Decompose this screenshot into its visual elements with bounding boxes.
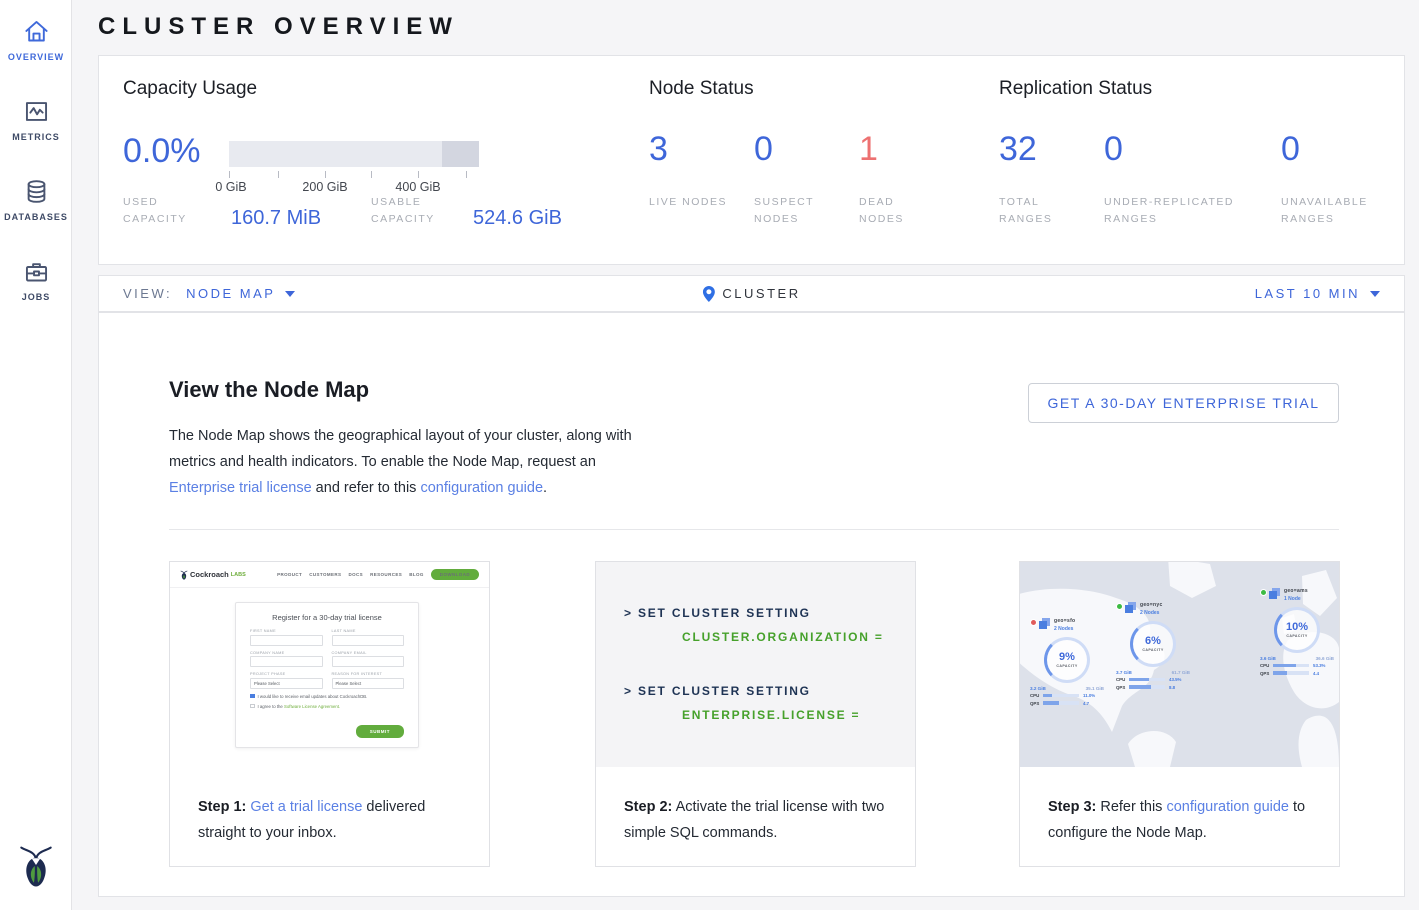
configuration-guide-link[interactable]: configuration guide	[420, 480, 543, 496]
gauge-tick-label: 200 GiB	[302, 180, 347, 194]
submit-button-image: SUBMIT	[356, 725, 404, 738]
view-label: VIEW:	[123, 286, 172, 301]
breadcrumb-cluster[interactable]: CLUSTER	[702, 286, 800, 302]
get-trial-license-link[interactable]: Get a trial license	[250, 799, 362, 815]
view-selector-value: NODE MAP	[186, 286, 275, 301]
trial-registration-form-image: Register for a 30-day trial license FIRS…	[235, 602, 419, 748]
capacity-used-percent: 0.0%	[123, 132, 201, 171]
location-pin-icon	[702, 286, 714, 302]
sidebar-item-label: METRICS	[12, 132, 60, 142]
node-cube-icon	[1125, 605, 1133, 613]
used-capacity-value: 160.7 MiB	[231, 207, 321, 230]
page-title: CLUSTER OVERVIEW	[98, 13, 459, 41]
capacity-donut: 9%CAPACITY	[1044, 637, 1090, 683]
capacity-gauge: 0 GiB 200 GiB 400 GiB	[229, 141, 479, 167]
node-map-promo-panel: View the Node Map The Node Map shows the…	[98, 312, 1405, 897]
step1-caption: Step 1: Get a trial license delivered st…	[198, 794, 466, 846]
view-toolbar: VIEW: NODE MAP CLUSTER LAST 10 MIN	[98, 275, 1405, 312]
live-nodes-label: LIVE NODES	[649, 194, 729, 211]
step2-caption: Step 2: Activate the trial license with …	[624, 794, 892, 846]
sidebar-item-databases[interactable]: DATABASES	[0, 160, 72, 240]
sidebar-item-label: JOBS	[22, 292, 51, 302]
capacity-usage-section: Capacity Usage 0.0% 0 GiB 200 GiB 400 Gi…	[123, 78, 633, 100]
configuration-guide-link[interactable]: configuration guide	[1166, 799, 1289, 815]
home-icon	[23, 18, 50, 45]
chevron-down-icon	[1370, 291, 1380, 297]
sidebar-item-overview[interactable]: OVERVIEW	[0, 0, 72, 80]
under-replicated-ranges-label: UNDER-REPLICATED RANGES	[1104, 194, 1269, 228]
dead-nodes-label: DEAD NODES	[859, 194, 939, 228]
time-range-value: LAST 10 MIN	[1255, 286, 1360, 301]
node-status-title: Node Status	[649, 78, 979, 100]
database-icon	[23, 178, 50, 205]
suspect-nodes-label: SUSPECT NODES	[754, 194, 834, 228]
enterprise-trial-license-link[interactable]: Enterprise trial license	[169, 480, 312, 496]
node-map-preview-image: geo=sfo2 Nodes 9%CAPACITY 3.2 GiB35.1 Gi…	[1020, 562, 1339, 767]
sidebar-item-label: OVERVIEW	[8, 52, 64, 62]
briefcase-icon	[23, 258, 50, 285]
total-ranges-label: TOTAL RANGES	[999, 194, 1089, 228]
node-health-dot-dead	[1030, 619, 1037, 626]
metrics-chart-icon	[23, 98, 50, 125]
sql-code-block: > SET CLUSTER SETTING CLUSTER.ORGANIZATI…	[596, 562, 915, 767]
divider	[169, 529, 1339, 530]
breadcrumb-label: CLUSTER	[722, 286, 800, 301]
usable-capacity-label: USABLE CAPACITY	[371, 194, 471, 228]
step3-caption: Step 3: Refer this configuration guide t…	[1048, 794, 1316, 846]
capacity-usage-title: Capacity Usage	[123, 78, 633, 100]
app-root: OVERVIEW METRICS DATABASES JOBS	[0, 0, 1419, 910]
site-nav: PRODUCT CUSTOMERS DOCS RESOURCES BLOG DO…	[277, 569, 479, 580]
capacity-donut: 6%CAPACITY	[1130, 621, 1176, 667]
sidebar: OVERVIEW METRICS DATABASES JOBS	[0, 0, 72, 910]
live-nodes-count: 3	[649, 130, 668, 169]
sidebar-item-jobs[interactable]: JOBS	[0, 240, 72, 320]
cockroach-labs-logo: Cockroach LABS	[180, 570, 246, 580]
gauge-tick-label: 400 GiB	[395, 180, 440, 194]
node-health-dot-live	[1260, 589, 1267, 596]
total-ranges-count: 32	[999, 130, 1037, 169]
enterprise-trial-button[interactable]: GET A 30-DAY ENTERPRISE TRIAL	[1028, 383, 1339, 423]
node-health-dot-live	[1116, 603, 1123, 610]
cockroachdb-logo	[18, 845, 54, 892]
registration-screenshot: Cockroach LABS PRODUCT CUSTOMERS DOCS RE…	[170, 562, 489, 767]
node-cube-icon	[1269, 591, 1277, 599]
unavailable-ranges-count: 0	[1281, 130, 1300, 169]
node-locality-badge: geo=nyc2 Nodes 6%CAPACITY 3.7 GiB61.7 Gi…	[1116, 602, 1204, 690]
view-selector-dropdown[interactable]: NODE MAP	[186, 286, 295, 301]
used-capacity-label: USED CAPACITY	[123, 194, 223, 228]
sidebar-item-label: DATABASES	[4, 212, 68, 222]
under-replicated-ranges-count: 0	[1104, 130, 1123, 169]
gauge-tick-label: 0 GiB	[215, 180, 246, 194]
unavailable-ranges-label: UNAVAILABLE RANGES	[1281, 194, 1391, 228]
dead-nodes-count: 1	[859, 130, 878, 169]
sidebar-item-metrics[interactable]: METRICS	[0, 80, 72, 160]
node-locality-badge: geo=sfo2 Nodes 9%CAPACITY 3.2 GiB35.1 Gi…	[1030, 618, 1118, 706]
suspect-nodes-count: 0	[754, 130, 773, 169]
cluster-summary-panel: Capacity Usage 0.0% 0 GiB 200 GiB 400 Gi…	[98, 55, 1405, 265]
capacity-donut: 10%CAPACITY	[1274, 607, 1320, 653]
replication-status-section: Replication Status 32 TOTAL RANGES 0 UND…	[999, 78, 1399, 100]
step1-card: Cockroach LABS PRODUCT CUSTOMERS DOCS RE…	[169, 561, 490, 867]
replication-status-title: Replication Status	[999, 78, 1399, 100]
step2-card: > SET CLUSTER SETTING CLUSTER.ORGANIZATI…	[595, 561, 916, 867]
node-cube-icon	[1039, 621, 1047, 629]
node-status-section: Node Status 3 LIVE NODES 0 SUSPECT NODES…	[649, 78, 979, 100]
node-locality-badge: geo=ams1 Node 10%CAPACITY 3.6 GiB36.6 Gi…	[1260, 588, 1339, 676]
step3-card: geo=sfo2 Nodes 9%CAPACITY 3.2 GiB35.1 Gi…	[1019, 561, 1340, 867]
section-title: View the Node Map	[169, 377, 369, 403]
usable-capacity-value: 524.6 GiB	[473, 207, 562, 230]
section-description: The Node Map shows the geographical layo…	[169, 423, 639, 501]
time-range-dropdown[interactable]: LAST 10 MIN	[1255, 286, 1380, 301]
capacity-gauge-reserved-segment	[442, 141, 479, 167]
capacity-gauge-bar	[229, 141, 479, 167]
download-button-image: DOWNLOAD	[431, 569, 479, 580]
chevron-down-icon	[285, 291, 295, 297]
